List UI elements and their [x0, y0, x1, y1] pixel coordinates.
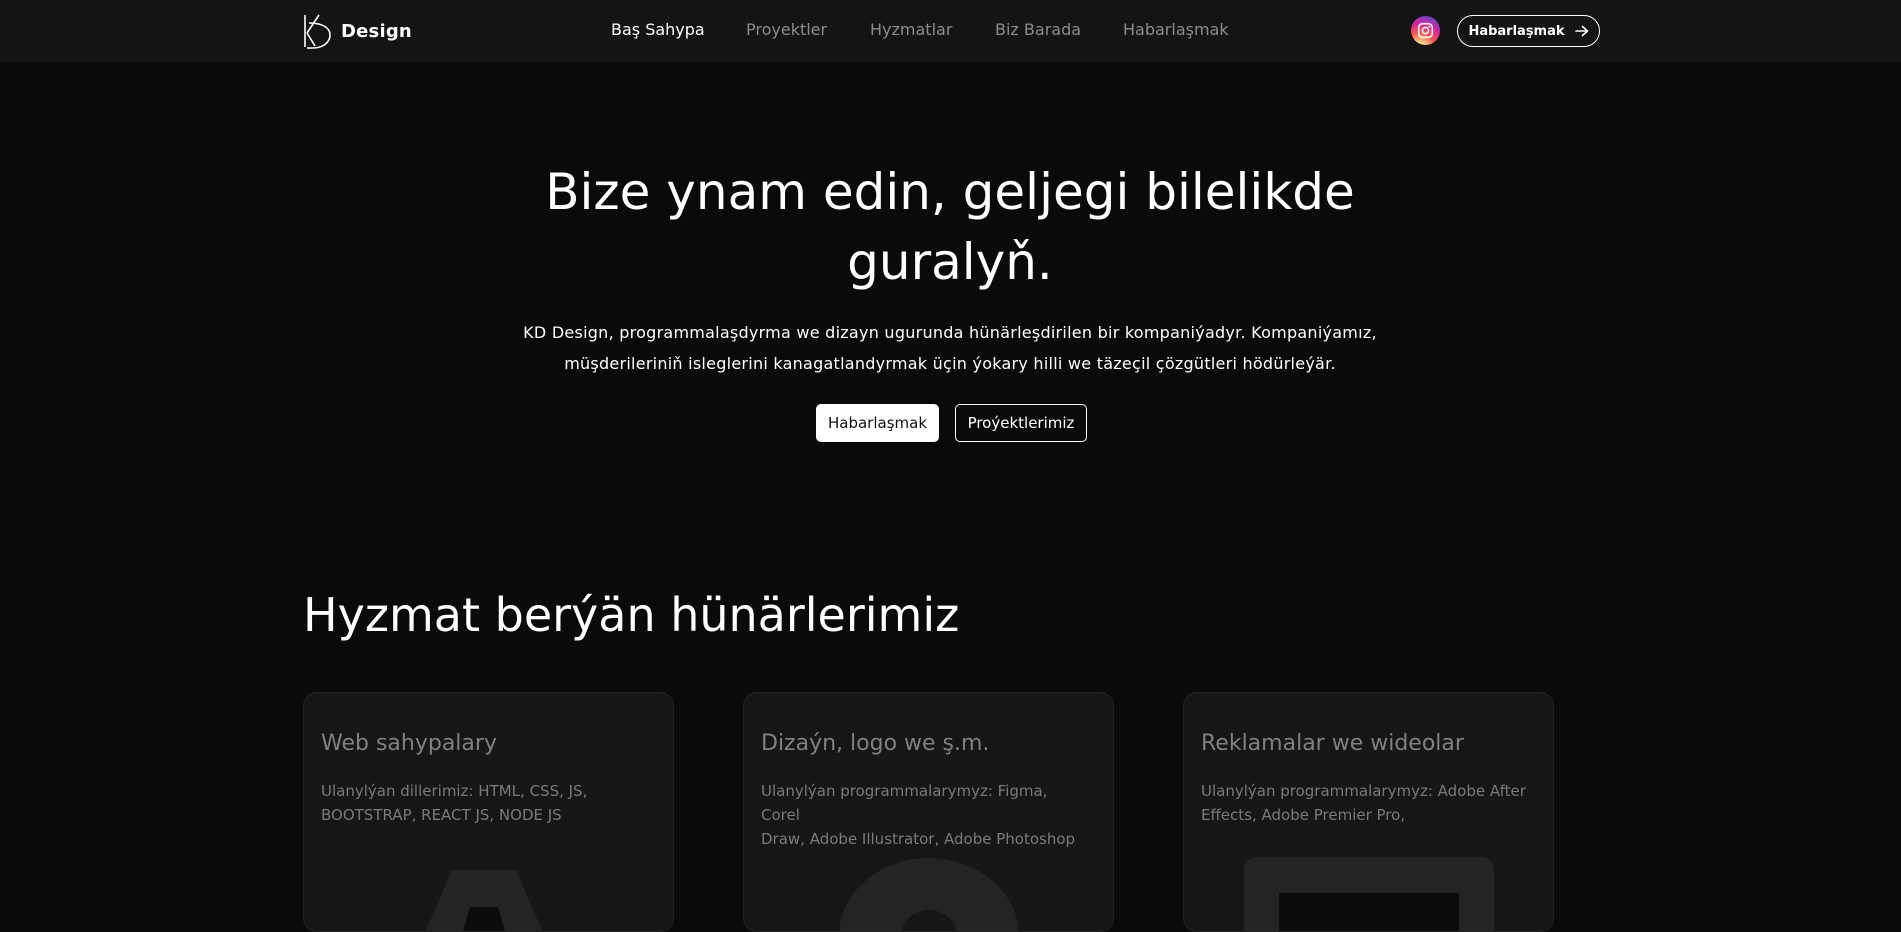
contact-button-label: Habarlaşmak: [1468, 23, 1565, 39]
service-card-text-line-1: Ulanylýan dillerimiz: HTML, CSS, JS,: [321, 782, 588, 800]
service-card-text: Ulanylýan programmalarymyz: Adobe After …: [1201, 779, 1531, 827]
service-card-title: Reklamalar we wideolar: [1201, 731, 1464, 756]
video-icon: [1244, 857, 1494, 931]
nav-link-about[interactable]: Biz Barada: [995, 20, 1081, 39]
nav-link-projects[interactable]: Proyektler: [746, 20, 827, 39]
top-navbar: Design Baş Sahypa Proyektler Hyzmatlar B…: [0, 0, 1901, 62]
instagram-link[interactable]: [1411, 16, 1440, 45]
kd-logo-icon: [304, 14, 331, 49]
service-card-title: Dizaýn, logo we ş.m.: [761, 731, 990, 756]
service-card-text: Ulanylýan dillerimiz: HTML, CSS, JS, BOO…: [321, 779, 651, 827]
service-card-text-line-2: Effects, Adobe Premier Pro,: [1201, 806, 1406, 824]
hero-title-line-1: Bize ynam edin, geljegi bilelikde: [545, 163, 1355, 221]
arrow-right-icon: [1574, 25, 1588, 37]
service-card-text: Ulanylýan programmalarymyz: Figma, Corel…: [761, 779, 1091, 851]
hero-title-line-2: guralyň.: [847, 233, 1053, 291]
services-title: Hyzmat berýän hünärlerimiz: [303, 588, 960, 642]
code-icon: [425, 870, 543, 931]
instagram-icon: [1417, 22, 1434, 39]
hero-projects-button[interactable]: Proýektlerimiz: [955, 404, 1087, 442]
contact-button[interactable]: Habarlaşmak: [1457, 15, 1600, 47]
hero-contact-button[interactable]: Habarlaşmak: [816, 404, 939, 442]
service-card-title: Web sahypalary: [321, 731, 497, 756]
hero-title: Bize ynam edin, geljegi bilelikde guraly…: [450, 157, 1450, 297]
brand-name: Design: [341, 20, 412, 42]
service-card-text-line-2: Draw, Adobe Illustrator, Adobe Photoshop: [761, 830, 1076, 848]
service-card-text-line-1: Ulanylýan programmalarymyz: Figma, Corel: [761, 782, 1048, 824]
service-card-design[interactable]: Dizaýn, logo we ş.m. Ulanylýan programma…: [743, 692, 1114, 932]
service-card-web[interactable]: Web sahypalary Ulanylýan dillerimiz: HTM…: [303, 692, 674, 932]
nav-link-contact[interactable]: Habarlaşmak: [1123, 20, 1229, 39]
brand-link[interactable]: Design: [303, 13, 412, 49]
nav-link-services[interactable]: Hyzmatlar: [870, 20, 952, 39]
service-card-video[interactable]: Reklamalar we wideolar Ulanylýan program…: [1183, 692, 1554, 932]
design-icon: [839, 858, 1019, 931]
hero-subtitle-line-1: KD Design, programmalaşdyrma we dizayn u…: [523, 323, 1377, 342]
hero-subtitle: KD Design, programmalaşdyrma we dizayn u…: [450, 317, 1450, 379]
service-card-text-line-1: Ulanylýan programmalarymyz: Adobe After: [1201, 782, 1526, 800]
service-card-text-line-2: BOOTSTRAP, REACT JS, NODE JS: [321, 806, 562, 824]
nav-link-home[interactable]: Baş Sahypa: [611, 20, 705, 39]
hero-subtitle-line-2: müşderileriniň isleglerini kanagatlandyr…: [564, 354, 1336, 373]
